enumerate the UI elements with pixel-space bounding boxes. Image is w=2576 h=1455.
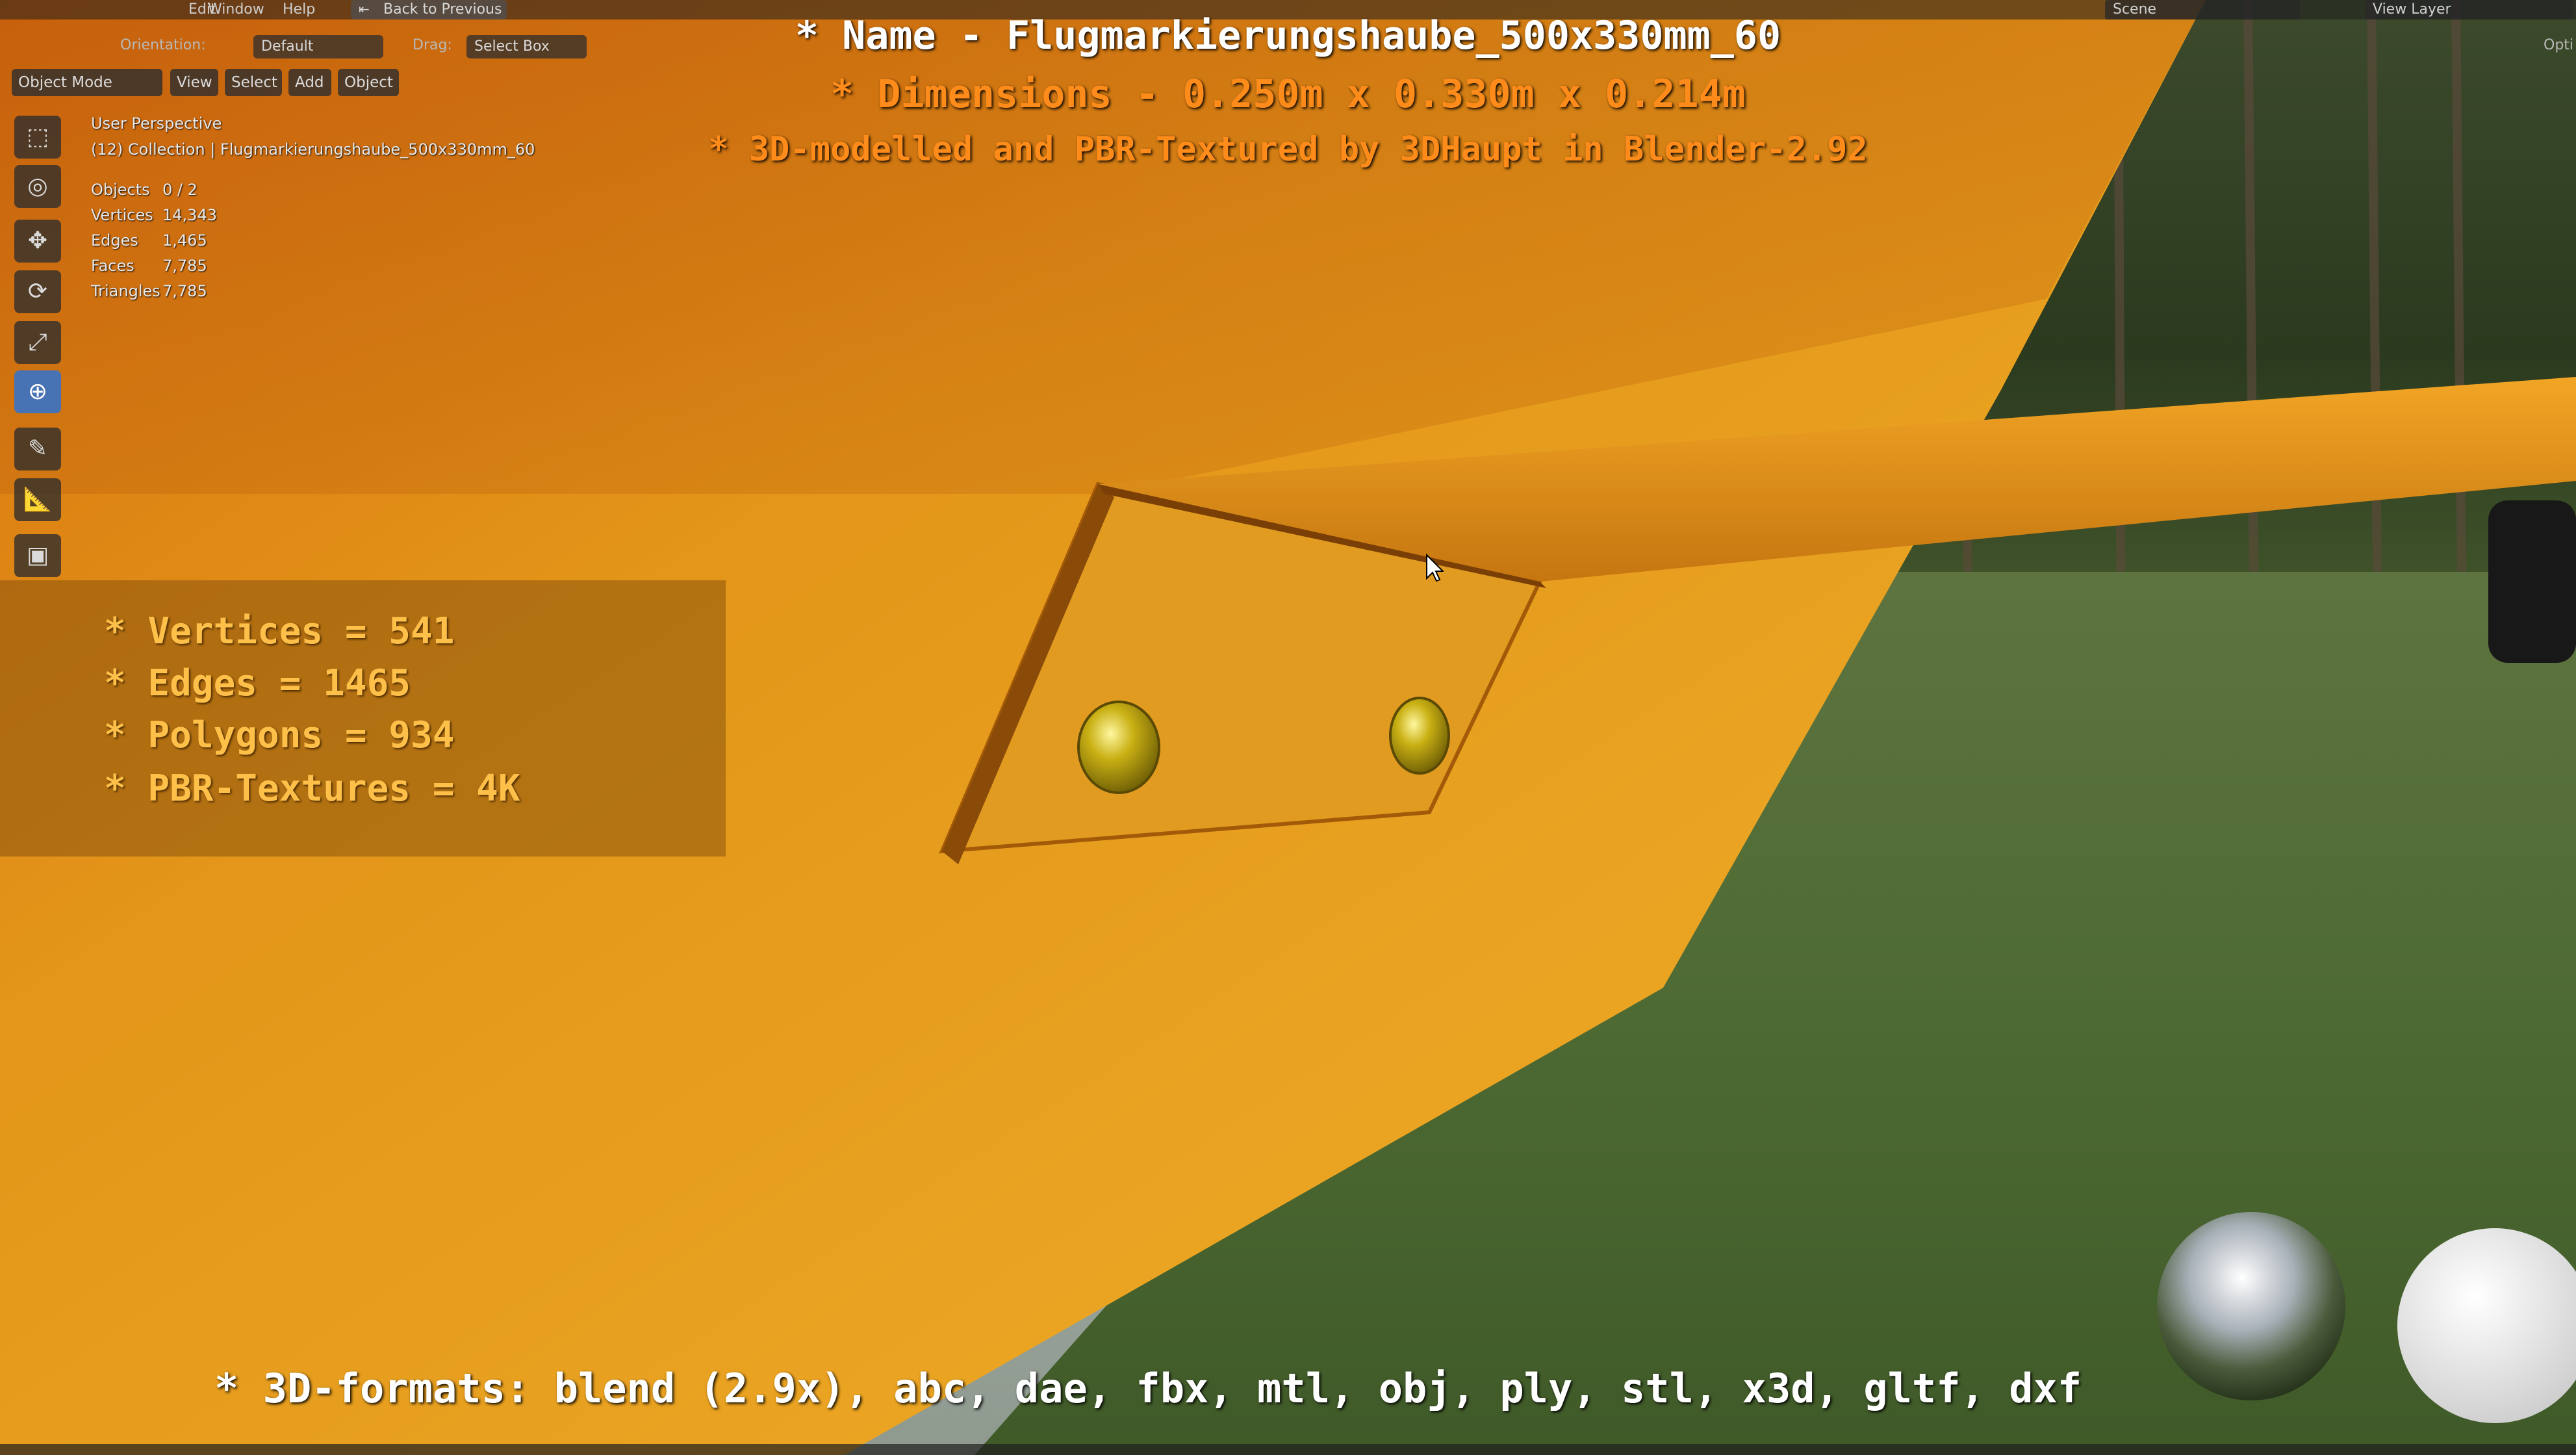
cursor-icon[interactable]: ◎ [14,165,61,208]
spec-textures: * PBR-Textures = 4K [104,767,520,810]
stat-edges-label: Edges [91,231,138,250]
spec-vertices: * Vertices = 541 [104,610,455,652]
mouse-cursor-icon [1426,554,1444,582]
move-icon[interactable]: ✥ [14,220,61,263]
spec-panel: * Vertices = 541 * Edges = 1465 * Polygo… [0,580,726,856]
model-name-title: * Name - Flugmarkierungshaube_500x330mm_… [795,13,1781,58]
stat-objects-label: Objects [91,181,150,199]
rotate-icon[interactable]: ⟳ [14,270,61,313]
dimensions-title: * Dimensions - 0.250m x 0.330m x 0.214m [830,71,1746,117]
credit-title: * 3D-modelled and PBR-Textured by 3DHaup… [708,130,1868,169]
scale-icon[interactable]: ⤢ [14,321,61,364]
annotate-icon[interactable]: ✎ [14,428,61,470]
stat-vertices-label: Vertices [91,206,153,224]
spec-polygons: * Polygons = 934 [104,714,455,756]
stat-edges-value: 1,465 [162,231,207,250]
status-bar [0,1444,2576,1455]
spec-edges: * Edges = 1465 [104,662,411,704]
add-cube-icon[interactable]: ▣ [14,534,61,577]
transform-icon[interactable]: ⊕ [14,370,61,413]
stat-objects-value: 0 / 2 [162,181,198,199]
measure-icon[interactable]: 📐 [14,478,61,521]
stat-triangles-label: Triangles [91,282,160,300]
stat-triangles-value: 7,785 [162,282,207,300]
formats-line: * 3D-formats: blend (2.9x), abc, dae, fb… [214,1365,2082,1412]
3d-viewport[interactable]: Edit Window Help ⇤ Back to Previous Scen… [0,0,2576,1455]
stat-vertices-value: 14,343 [162,206,217,224]
stat-faces-label: Faces [91,257,134,275]
stat-faces-value: 7,785 [162,257,207,275]
